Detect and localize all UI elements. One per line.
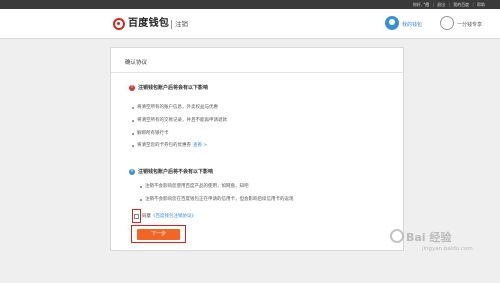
list-item: 解绑所有银行卡 [132,131,169,136]
view-coupons-link[interactable]: 查看 > [193,143,207,148]
separator: | [448,2,450,7]
list-item: 将清空所有的账户信息，外卖权益与优惠 [132,105,218,110]
nav-one-cent-offer-label: 一分钱专享 [457,22,483,28]
list-item: 将清空您的卡券包的优惠券 查看 > [131,143,207,149]
help-link[interactable]: 帮助 [477,2,485,7]
top-links: 你好, *霞 | 退出 | 我的百度 | 帮助 [412,1,486,8]
top-bar: 你好, *霞 | 退出 | 我的百度 | 帮助 [0,0,500,9]
confirm-agreement-card: 确认协议 ! 注销钱包账户后将会有以下影响 将清空所有的账户信息，外卖权益与优惠… [110,47,404,251]
next-button-highlight-box: 下一步 [131,225,186,243]
agreement-link[interactable]: 《百度钱包注销协议》 [151,214,196,219]
logout-link[interactable]: 退出 [437,2,445,7]
baidu-wallet-logo-icon[interactable] [113,18,125,30]
list-item-text: 将清空您的卡券包的优惠券 [137,143,191,148]
nav-my-wallet-label: 我的钱包 [402,22,423,28]
info-icon: i [129,169,135,175]
watermark-text: Bai 经验 [406,231,452,244]
agree-label: 同意《百度钱包注销协议》 [142,214,196,219]
nav-one-cent-offer[interactable]: 一分钱专享 [440,15,498,37]
baidu-jingyan-watermark: Bai 经验 jingyan.baidu.com [386,226,496,266]
list-item: 将清空所有的交易记录，并且不能再申请退款 [132,118,227,123]
site-header: 百度钱包 注销 我的钱包 一分钱专享 [0,9,500,39]
gift-icon [440,16,454,30]
logo-divider [171,20,172,29]
agree-checkbox[interactable] [134,214,139,219]
nav-my-wallet[interactable]: 我的钱包 [385,15,435,37]
next-step-button[interactable]: 下一步 [137,229,180,240]
list-item: 注销不会影响您在百度钱包正在申请的信用卡，但会影响后续信用卡的返现 [140,197,294,202]
my-baidu-link[interactable]: 我的百度 [453,2,469,7]
section-unaffected-title: i 注销钱包账户后将不会有以下影响 [129,169,213,176]
separator: | [432,2,434,7]
separator: | [472,2,474,7]
list-item: 注销不会影响您使用百度产品的使用，如网盘，知吧 [140,184,249,189]
user-greeting[interactable]: 你好, *霞 [413,2,430,7]
divider [111,72,403,73]
warning-icon: ! [129,85,135,91]
card-title: 确认协议 [125,60,148,66]
logo-text[interactable]: 百度钱包 [128,18,169,30]
user-icon [385,16,399,30]
page-subtitle: 注销 [175,20,188,28]
paw-logo-icon [390,229,404,243]
section-affected-title: ! 注销钱包账户后将会有以下影响 [129,85,209,91]
watermark-url: jingyan.baidu.com [422,246,473,252]
